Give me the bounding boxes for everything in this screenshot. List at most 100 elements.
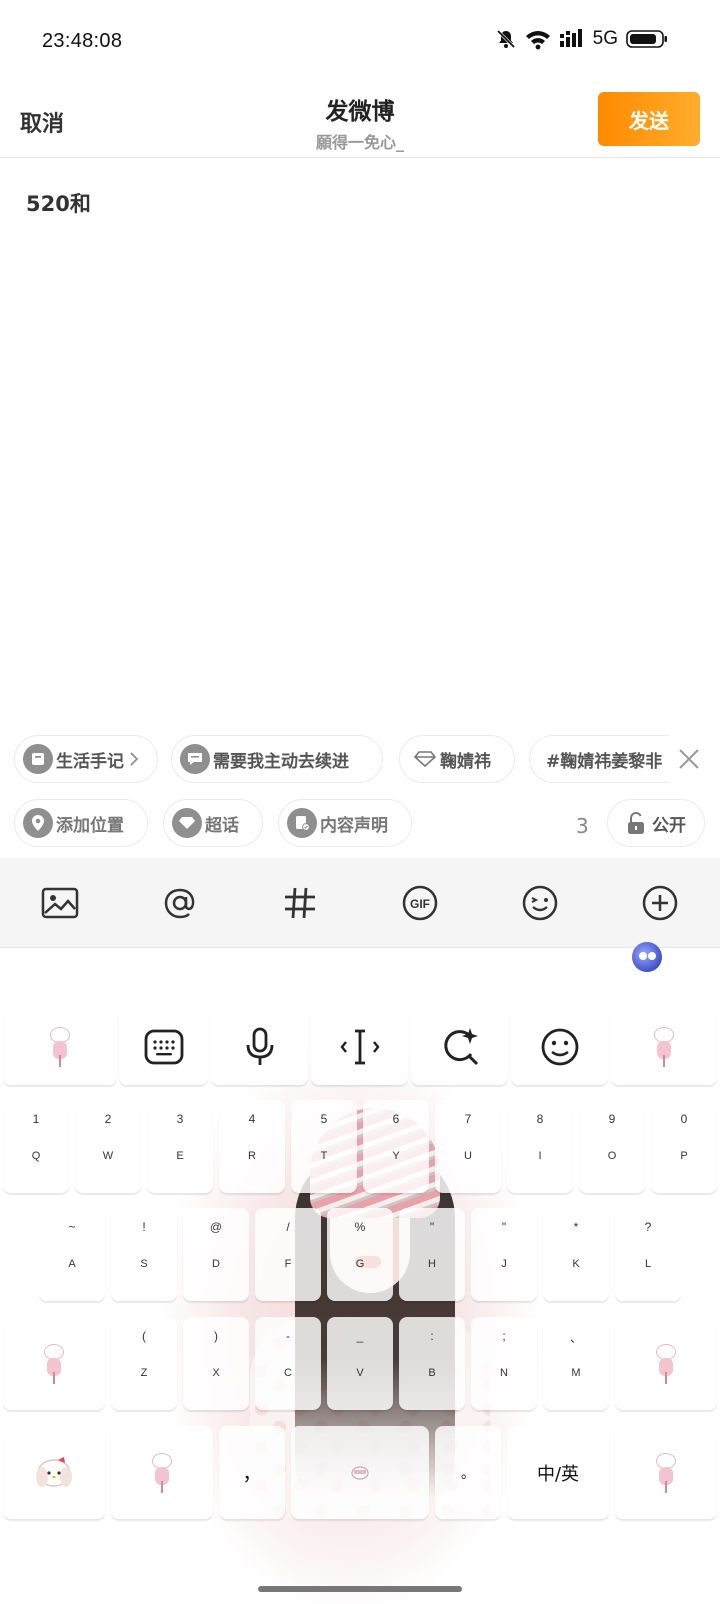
- diamond-icon: [414, 751, 436, 767]
- bunny-sticker-icon: [42, 1343, 66, 1384]
- key-n[interactable]: ; N: [471, 1317, 537, 1410]
- location-icon: [23, 808, 53, 838]
- visibility-button[interactable]: 公开: [607, 799, 705, 847]
- super-topic-chip[interactable]: 超话: [163, 799, 263, 847]
- ai-search-key[interactable]: [411, 1008, 508, 1085]
- diamond-icon: [172, 808, 202, 838]
- mute-bell-icon: [496, 29, 515, 49]
- symbols-key[interactable]: [3, 1426, 105, 1519]
- key-a[interactable]: ~ A: [39, 1208, 105, 1301]
- key-h[interactable]: " H: [399, 1208, 465, 1301]
- sticker-key[interactable]: [3, 1008, 117, 1085]
- image-icon: [41, 887, 79, 919]
- backspace-key[interactable]: [615, 1317, 717, 1410]
- keyboard-switch-key[interactable]: [119, 1008, 208, 1085]
- status-time: 23:48:08: [42, 30, 123, 52]
- shift-key[interactable]: [3, 1317, 105, 1410]
- notebook-icon: [23, 744, 53, 774]
- bunny-sticker-icon: [48, 1026, 72, 1067]
- signal-icon: [559, 29, 582, 47]
- key-g[interactable]: % G: [327, 1208, 393, 1301]
- add-location-label: 添加位置: [56, 815, 124, 836]
- key-j[interactable]: " J: [471, 1208, 537, 1301]
- chevron-right-icon: [130, 752, 139, 766]
- topic-chip-life-notes[interactable]: 生活手记: [14, 735, 158, 783]
- key-s[interactable]: ! S: [111, 1208, 177, 1301]
- keyboard-icon: [144, 1029, 183, 1064]
- compose-toolbar: GIF: [0, 858, 720, 948]
- key-p[interactable]: 0P: [651, 1100, 717, 1193]
- key-l[interactable]: ? L: [615, 1208, 681, 1301]
- cursor-key[interactable]: [311, 1008, 408, 1085]
- topic-chip-hashtag[interactable]: #鞠婧祎姜黎非: [529, 735, 669, 783]
- gif-button[interactable]: GIF: [400, 883, 440, 923]
- sparkle-search-icon: [443, 1027, 478, 1065]
- wifi-icon: [525, 31, 550, 50]
- send-button[interactable]: 发送: [598, 92, 700, 146]
- key-o[interactable]: 9O: [579, 1100, 645, 1193]
- network-type: 5G: [592, 28, 618, 49]
- more-button[interactable]: [640, 883, 680, 923]
- key-w[interactable]: 2W: [75, 1100, 141, 1193]
- unlock-icon: [628, 812, 644, 834]
- image-button[interactable]: [40, 883, 80, 923]
- character-count: 3: [576, 814, 589, 838]
- battery-icon: [626, 30, 667, 48]
- topic-chip-label: #鞠婧祎姜黎非: [546, 751, 663, 772]
- at-icon: [164, 888, 195, 919]
- space-key[interactable]: [291, 1426, 429, 1519]
- key-c[interactable]: -C: [255, 1317, 321, 1410]
- key-v[interactable]: _ V: [327, 1317, 393, 1410]
- topic-chip-jujingyi[interactable]: 鞠婧祎: [399, 735, 515, 783]
- keyboard-assistant-icon[interactable]: [632, 942, 662, 972]
- language-toggle-key[interactable]: 中/英: [507, 1426, 609, 1519]
- close-icon[interactable]: [676, 746, 702, 772]
- add-location-chip[interactable]: 添加位置: [14, 799, 148, 847]
- key-e[interactable]: 3E: [147, 1100, 213, 1193]
- status-icons: 5G: [495, 28, 668, 50]
- bunny-sticker-icon: [150, 1452, 174, 1493]
- bunny-sticker-icon: [654, 1452, 678, 1493]
- hello-kitty-sticker-icon: [36, 1456, 72, 1487]
- key-m[interactable]: 、 M: [543, 1317, 609, 1410]
- key-i[interactable]: 8I: [507, 1100, 573, 1193]
- key-b[interactable]: :B: [399, 1317, 465, 1410]
- bunny-sticker-icon: [652, 1026, 676, 1067]
- topic-button[interactable]: [280, 883, 320, 923]
- key-x[interactable]: ) X: [183, 1317, 249, 1410]
- compose-header: 取消 发微博 願得一免心_ 发送: [0, 84, 720, 158]
- home-indicator[interactable]: [258, 1586, 462, 1592]
- content-declaration-label: 内容声明: [320, 815, 388, 836]
- super-topic-label: 超话: [205, 815, 239, 836]
- enter-key[interactable]: [615, 1426, 717, 1519]
- plus-icon: [642, 885, 678, 921]
- compose-text-area[interactable]: 520和: [26, 188, 91, 218]
- smiley-icon: [541, 1028, 578, 1065]
- key-t[interactable]: 5T: [291, 1100, 357, 1193]
- bunny-sticker-icon: [654, 1343, 678, 1384]
- numbers-key[interactable]: [111, 1426, 213, 1519]
- declaration-icon: [287, 808, 317, 838]
- microphone-icon: [246, 1027, 273, 1065]
- chat-icon: [180, 744, 210, 774]
- gif-icon: GIF: [402, 885, 438, 921]
- topic-chip-renew[interactable]: 需要我主动去续进: [171, 735, 383, 783]
- emoji-button[interactable]: [520, 883, 560, 923]
- mention-button[interactable]: [160, 883, 200, 923]
- comma-key[interactable]: ，: [219, 1426, 285, 1519]
- period-key[interactable]: 。: [435, 1426, 501, 1519]
- key-f[interactable]: / F: [255, 1208, 321, 1301]
- topic-chip-label: 需要我主动去续进: [213, 751, 349, 772]
- text-cursor-icon: [339, 1029, 380, 1064]
- key-y[interactable]: 6Y: [363, 1100, 429, 1193]
- key-k[interactable]: * K: [543, 1208, 609, 1301]
- voice-input-key[interactable]: [211, 1008, 308, 1085]
- key-q[interactable]: 1Q: [3, 1100, 69, 1193]
- key-r[interactable]: 4R: [219, 1100, 285, 1193]
- key-z[interactable]: (Z: [111, 1317, 177, 1410]
- sticker-key[interactable]: [611, 1008, 717, 1085]
- content-declaration-chip[interactable]: 内容声明: [278, 799, 412, 847]
- key-u[interactable]: 7U: [435, 1100, 501, 1193]
- key-d[interactable]: @ D: [183, 1208, 249, 1301]
- emoji-key[interactable]: [511, 1008, 608, 1085]
